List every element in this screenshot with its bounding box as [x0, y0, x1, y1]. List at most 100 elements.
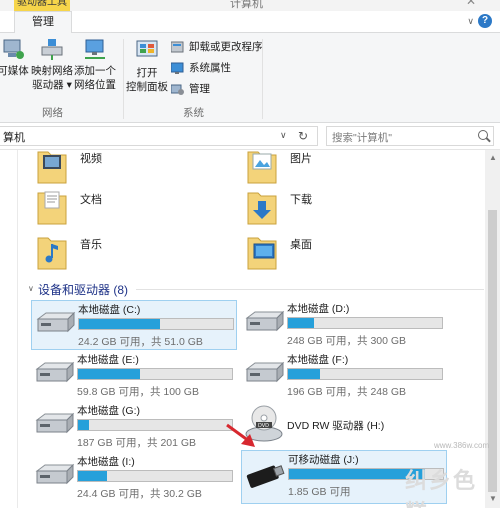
uninstall-icon: [170, 41, 184, 53]
media-label: 可媒体: [0, 65, 29, 77]
capacity-fill: [78, 471, 108, 481]
watermark-site: www.386w.com: [434, 441, 490, 450]
folder-item-documents[interactable]: 文档: [36, 187, 216, 229]
media-server-button[interactable]: 可媒体: [0, 37, 32, 78]
drive-item-c[interactable]: 本地磁盘 (C:) 24.2 GB 可用，共 51.0 GB: [31, 300, 237, 350]
drive-item-d[interactable]: 本地磁盘 (D:) 248 GB 可用，共 300 GB: [241, 300, 447, 350]
control-panel-icon: [134, 39, 160, 63]
manage-icon: [170, 83, 184, 95]
drive-info: 196 GB 可用，共 248 GB: [287, 386, 407, 398]
network-group-label: 网络: [42, 107, 63, 119]
capacity-fill: [78, 420, 89, 430]
close-icon[interactable]: ✕: [466, 0, 476, 8]
add-location-label-1: 添加一个: [74, 65, 116, 77]
capacity-fill: [79, 319, 160, 329]
documents-folder-icon: [36, 187, 68, 227]
music-folder-icon: [36, 232, 68, 272]
capacity-fill: [78, 369, 140, 379]
drive-item-g[interactable]: 本地磁盘 (G:) 187 GB 可用，共 201 GB: [31, 402, 237, 452]
drive-name: 本地磁盘 (G:): [77, 405, 140, 417]
title-bar: 驱动器工具 计算机 ✕: [0, 0, 500, 11]
section-title-devices[interactable]: 设备和驱动器 (8): [38, 281, 128, 298]
open-cp-label-2: 控制面板: [126, 81, 168, 93]
search-placeholder: 搜索"计算机": [332, 132, 392, 144]
folder-item-downloads[interactable]: 下载: [246, 187, 426, 229]
refresh-icon[interactable]: ↻: [298, 129, 308, 143]
drive-info: 24.4 GB 可用，共 30.2 GB: [77, 488, 202, 500]
address-path: 算机: [3, 132, 25, 144]
drive-name: 本地磁盘 (D:): [287, 303, 350, 315]
capacity-fill: [288, 369, 321, 379]
capacity-bar: [287, 317, 443, 329]
capacity-fill: [288, 318, 315, 328]
drive-name: 本地磁盘 (I:): [77, 456, 135, 468]
drive-name: 可移动磁盘 (J:): [288, 454, 359, 466]
annotation-arrow-icon: [226, 423, 255, 447]
usb-drive-icon: [244, 463, 286, 488]
scroll-up-icon[interactable]: ▲: [489, 153, 497, 162]
capacity-bar: [78, 318, 234, 330]
address-dropdown-icon[interactable]: ∨: [280, 130, 287, 141]
search-input[interactable]: 搜索"计算机": [326, 126, 494, 146]
system-properties-icon: [170, 62, 184, 74]
folder-label: 图片: [290, 153, 312, 165]
tab-manage[interactable]: 管理: [14, 11, 72, 33]
ribbon-separator: [123, 39, 124, 119]
folder-item-desktop[interactable]: 桌面: [246, 232, 426, 274]
add-location-label-2: 网络位置: [74, 79, 116, 91]
window-title: 计算机: [230, 0, 263, 10]
hard-disk-icon: [33, 463, 75, 487]
open-control-panel-button[interactable]: 打开 控制面板: [125, 39, 169, 94]
hard-disk-icon: [34, 311, 76, 335]
hard-disk-icon: [33, 361, 75, 385]
capacity-bar: [77, 419, 233, 431]
pictures-folder-icon: [246, 146, 278, 186]
folder-label: 音乐: [80, 239, 102, 251]
ribbon-collapse-icon[interactable]: ∨: [467, 16, 474, 27]
map-network-drive-button[interactable]: 映射网络 驱动器 ▾: [30, 37, 74, 92]
system-properties-button[interactable]: 系统属性: [170, 60, 231, 76]
drive-item-f[interactable]: 本地磁盘 (F:) 196 GB 可用，共 248 GB: [241, 351, 447, 401]
section-divider: [136, 289, 484, 290]
network-location-icon: [82, 37, 108, 61]
open-cp-label-1: 打开: [136, 67, 158, 79]
system-group-label: 系统: [183, 107, 204, 119]
ribbon: 可媒体 映射网络 驱动器 ▾ 添加一个 网络位置 网络 打开 控制面板 卸载或更…: [0, 33, 500, 123]
drive-item-e[interactable]: 本地磁盘 (E:) 59.8 GB 可用，共 100 GB: [31, 351, 237, 401]
desktop-folder-icon: [246, 232, 278, 272]
hard-disk-icon: [243, 310, 285, 334]
folder-item-music[interactable]: 音乐: [36, 232, 216, 274]
drive-info: 24.2 GB 可用，共 51.0 GB: [78, 336, 203, 348]
folder-item-pictures[interactable]: 图片: [246, 146, 426, 188]
drive-name: 本地磁盘 (F:): [287, 354, 349, 366]
navigation-pane[interactable]: [0, 150, 18, 508]
folder-label: 视频: [80, 153, 102, 165]
address-bar[interactable]: 算机 ∨ ↻: [0, 126, 318, 146]
vertical-scrollbar[interactable]: ▲ ▼: [485, 150, 500, 508]
help-icon[interactable]: ?: [478, 14, 492, 28]
scroll-thumb[interactable]: [488, 210, 497, 492]
uninstall-program-button[interactable]: 卸载或更改程序: [170, 39, 263, 55]
capacity-bar: [77, 368, 233, 380]
folder-item-videos[interactable]: 视频: [36, 146, 216, 188]
watermark-logo: 纠乡色糕: [405, 468, 478, 508]
drive-name: DVD RW 驱动器 (H:): [287, 420, 385, 432]
drive-info: 1.85 GB 可用: [288, 486, 351, 498]
manage-button[interactable]: 管理: [170, 81, 210, 97]
drive-tools-tab[interactable]: 驱动器工具: [14, 0, 70, 11]
map-drive-label-1: 映射网络: [31, 65, 73, 77]
sysprops-label: 系统属性: [189, 62, 231, 74]
section-collapse-icon[interactable]: ∨: [28, 284, 34, 293]
search-icon[interactable]: [478, 130, 488, 140]
drive-item-h-dvd[interactable]: DVD DVD RW 驱动器 (H:): [241, 402, 447, 452]
media-icon: [0, 37, 26, 61]
map-drive-label-2: 驱动器 ▾: [32, 79, 72, 91]
drive-info: 248 GB 可用，共 300 GB: [287, 335, 407, 347]
add-network-location-button[interactable]: 添加一个 网络位置: [72, 37, 118, 92]
folder-label: 文档: [80, 194, 102, 206]
downloads-folder-icon: [246, 187, 278, 227]
network-drive-icon: [39, 37, 65, 61]
drive-name: 本地磁盘 (C:): [78, 304, 141, 316]
folder-label: 桌面: [290, 239, 312, 251]
drive-item-i[interactable]: 本地磁盘 (I:) 24.4 GB 可用，共 30.2 GB: [31, 453, 237, 503]
